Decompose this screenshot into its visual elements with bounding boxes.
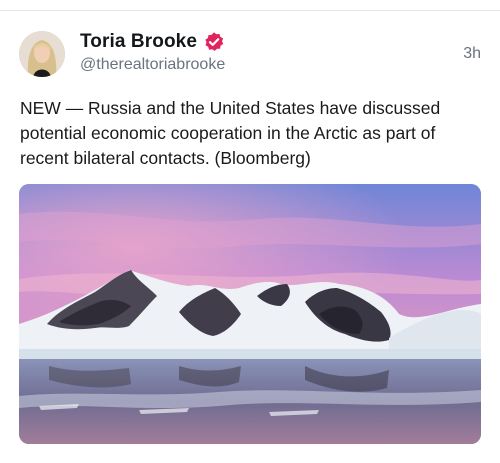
top-divider (0, 10, 500, 11)
tweet-media-photo[interactable] (19, 184, 481, 444)
avatar-photo (19, 31, 65, 77)
avatar[interactable] (19, 31, 65, 77)
verified-badge-icon (205, 32, 224, 51)
author-name-row: Toria Brooke (80, 31, 225, 53)
arctic-landscape-image (19, 184, 481, 444)
timestamp[interactable]: 3h (463, 45, 481, 63)
display-name[interactable]: Toria Brooke (80, 31, 197, 53)
handle[interactable]: @therealtoriabrooke (80, 56, 225, 74)
tweet-text: NEW — Russia and the United States have … (20, 98, 441, 168)
